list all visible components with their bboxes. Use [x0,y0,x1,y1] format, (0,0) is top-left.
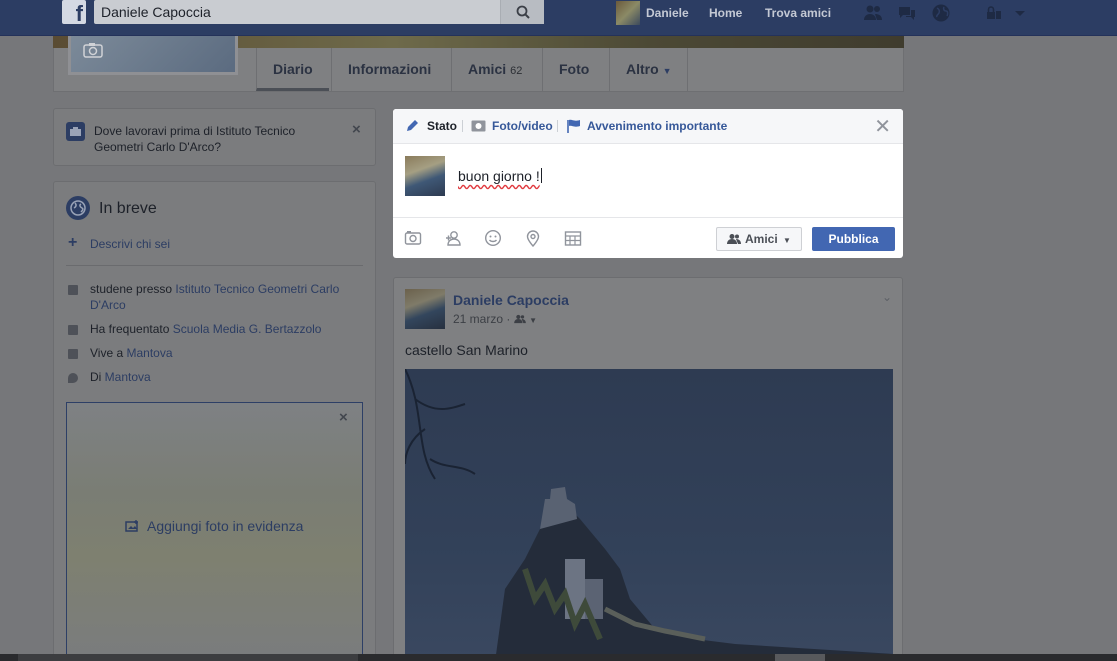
nav-profile-link[interactable]: Daniele [646,6,689,20]
tab-status[interactable]: Stato [427,119,457,133]
timeline-post: Daniele Capoccia 21 marzo · ▼ ⌄ castello… [393,277,903,661]
globe-icon [66,196,90,220]
chevron-down-icon: ▼ [662,66,672,76]
facebook-logo[interactable]: f [62,0,86,26]
camera-icon[interactable] [83,42,103,58]
nav-find-friends-link[interactable]: Trova amici [765,6,831,20]
close-icon[interactable]: ✕ [874,117,891,137]
search-box [94,0,544,24]
tab-informazioni[interactable]: Informazioni [331,48,447,91]
intro-card: In breve + Descrivi chi sei studene pres… [53,181,376,661]
intro-row-education: Ha frequentato Scuola Media G. Bertazzol… [90,322,322,336]
plus-icon[interactable]: + [68,234,77,252]
tab-foto[interactable]: Foto [542,48,605,91]
profile-picture[interactable] [68,36,238,75]
scrollbar-thumb[interactable] [18,654,358,661]
intro-row-from: Di Mantova [90,370,151,384]
search-icon [516,5,530,19]
post-author-avatar[interactable] [405,289,445,329]
education-icon [68,325,78,335]
audience-friends-icon[interactable] [513,314,526,324]
post-author-name[interactable]: Daniele Capoccia [453,292,569,308]
work-prompt-text[interactable]: Dove lavoravi prima di Istituto Tecnico … [94,123,344,155]
calendar-icon[interactable] [564,229,582,247]
notifications-globe-icon[interactable] [931,3,951,23]
middle-school-link[interactable]: Scuola Media G. Bertazzolo [173,322,322,336]
friends-icon [727,234,741,244]
dot-separator: · [506,312,514,326]
location-pin-icon[interactable] [524,229,542,247]
tag-friends-icon[interactable] [444,229,462,247]
tab-altro[interactable]: Altro ▼ [609,48,689,91]
featured-photos-box[interactable]: Aggiungi foto in evidenza × [66,402,363,661]
lives-in-link[interactable]: Mantova [126,346,172,360]
audience-selector[interactable]: Amici ▼ [716,227,802,251]
composer-footer: Amici ▼ Pubblica [393,217,903,258]
divider [66,265,363,266]
nav-home-link[interactable]: Home [709,6,742,20]
messages-icon[interactable] [897,3,917,23]
add-photo-icon [125,520,138,532]
feeling-emoji-icon[interactable] [484,229,502,247]
search-input[interactable] [94,0,499,24]
top-navigation-bar: f Daniele Home Trova amici [0,0,1117,36]
photo-video-icon [471,120,486,132]
privacy-lock-icon[interactable] [984,3,1004,23]
location-pin-icon [68,373,78,383]
castle-photo-image [405,369,893,661]
camera-icon[interactable] [404,229,422,247]
friends-count: 62 [510,65,523,77]
flag-icon [567,119,580,133]
tab-photo-video[interactable]: Foto/video [492,119,553,133]
post-text: castello San Marino [405,342,528,358]
chevron-down-icon: ▼ [783,236,791,245]
chevron-down-icon[interactable]: ▼ [529,316,537,325]
intro-title: In breve [99,200,157,217]
home-icon [68,349,78,359]
work-prompt-card: Dove lavoravi prima di Istituto Tecnico … [53,108,376,166]
text-caret [540,168,542,183]
close-icon[interactable]: × [339,409,348,426]
separator [462,120,463,132]
account-menu-chevron-icon[interactable] [1010,3,1030,23]
tab-diario[interactable]: Diario [256,48,329,91]
composer-avatar [405,156,445,196]
search-button[interactable] [500,0,544,24]
horizontal-scrollbar[interactable] [0,654,1117,661]
add-featured-photos-label[interactable]: Aggiungi foto in evidenza [147,518,303,534]
briefcase-icon [66,122,85,141]
status-input[interactable]: buon giorno ! [458,168,542,184]
scrollbar-segment[interactable] [775,654,825,661]
post-photo[interactable] [405,369,893,661]
status-composer: Stato Foto/video Avvenimento importante … [393,109,903,258]
post-options-chevron-icon[interactable]: ⌄ [882,290,892,304]
intro-row-lives-in: Vive a Mantova [90,346,173,360]
close-icon[interactable]: × [352,121,361,138]
pencil-icon [407,120,418,131]
describe-yourself-link[interactable]: Descrivi chi sei [90,237,170,251]
work-icon [68,285,78,295]
tab-life-event[interactable]: Avvenimento importante [587,119,727,133]
intro-row-work: studene presso Istituto Tecnico Geometri… [90,282,340,312]
publish-button[interactable]: Pubblica [812,227,895,251]
composer-tabs: Stato Foto/video Avvenimento importante … [393,109,903,144]
friend-requests-icon[interactable] [863,3,883,23]
nav-avatar[interactable] [616,1,640,25]
post-meta: 21 marzo · ▼ [453,312,537,326]
post-date[interactable]: 21 marzo [453,312,503,326]
hometown-link[interactable]: Mantova [105,370,151,384]
separator [557,120,558,132]
tab-amici[interactable]: Amici 62 [451,48,538,91]
